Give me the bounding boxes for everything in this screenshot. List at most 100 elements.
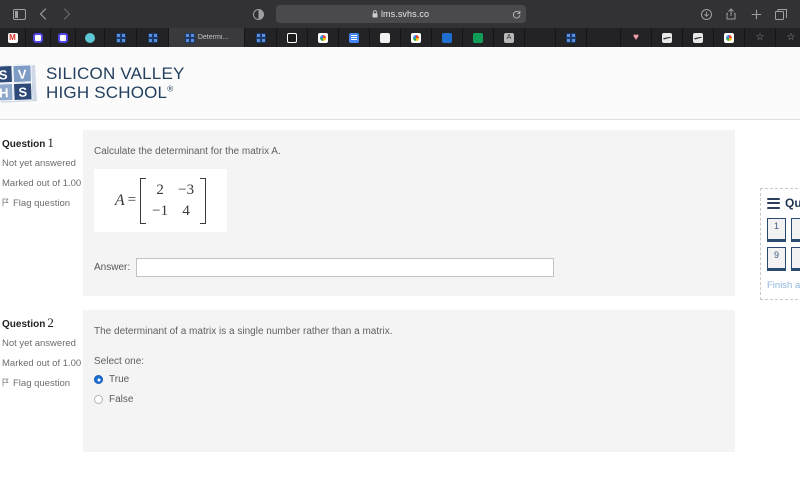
flag-question-button[interactable]: Flag question <box>2 197 83 213</box>
answer-option-true[interactable]: True <box>94 374 719 385</box>
forward-arrow-icon[interactable] <box>56 4 78 24</box>
toolbar-actions <box>695 4 792 24</box>
teal-circle-icon <box>85 32 95 43</box>
blue-ring-icon <box>33 32 43 43</box>
heart-icon <box>631 33 641 43</box>
question-number: 1 <box>47 135 54 150</box>
browser-tab[interactable] <box>401 28 432 47</box>
blue-grid-icon <box>184 32 195 43</box>
question-nav-button[interactable]: 1 <box>767 218 786 242</box>
svhs-logo-icon: S V H S <box>0 62 37 104</box>
browser-tab[interactable] <box>556 28 587 47</box>
browser-tab[interactable] <box>683 28 714 47</box>
flag-question-label: Flag question <box>13 377 71 389</box>
quiz-navigation-header: Qu <box>767 196 800 210</box>
browser-tab[interactable] <box>51 28 76 47</box>
tab-overview-icon[interactable] <box>770 4 792 24</box>
share-icon[interactable] <box>720 4 742 24</box>
answer-input[interactable] <box>136 258 555 277</box>
blue-grid-icon <box>115 32 126 43</box>
question-nav-button[interactable] <box>791 247 800 271</box>
browser-tab[interactable] <box>652 28 683 47</box>
blue-grid-icon <box>566 32 576 43</box>
downloads-icon[interactable] <box>695 4 717 24</box>
blue-ring-icon <box>58 32 68 43</box>
url-text: lms.svhs.co <box>380 9 430 19</box>
finish-attempt-link[interactable]: Finish a <box>767 280 800 291</box>
flag-icon <box>2 378 9 393</box>
browser-tab[interactable] <box>137 28 169 47</box>
browser-tab[interactable] <box>776 28 800 47</box>
flag-question-button[interactable]: Flag question <box>2 377 83 393</box>
browser-tab[interactable] <box>463 28 494 47</box>
answer-option-false[interactable]: False <box>94 394 719 405</box>
hamburger-icon[interactable] <box>767 197 780 209</box>
browser-tab[interactable] <box>105 28 137 47</box>
browser-tab[interactable] <box>26 28 51 47</box>
address-bar[interactable]: lms.svhs.co <box>275 5 526 23</box>
browser-toolbar: lms.svhs.co <box>0 0 800 28</box>
flag-question-label: Flag question <box>13 197 71 209</box>
back-arrow-icon[interactable] <box>32 4 54 24</box>
radio-button-false[interactable] <box>94 395 103 404</box>
question-nav-button[interactable]: 9 <box>767 247 786 271</box>
plus-icon[interactable] <box>745 4 767 24</box>
matrix-name: A <box>114 191 125 209</box>
browser-tab[interactable] <box>525 28 556 47</box>
question-block: Question 1 Not yet answered Marked out of… <box>0 130 800 296</box>
browser-tab[interactable] <box>621 28 652 47</box>
question-prompt: Calculate the determinant for the matrix… <box>94 146 281 157</box>
star-icon <box>786 33 796 43</box>
question-block: Question 2 Not yet answered Marked out of… <box>0 310 800 452</box>
chrome-icon <box>411 32 421 43</box>
nike-icon <box>693 32 703 43</box>
browser-tab[interactable] <box>587 28 621 47</box>
letter-a-icon <box>504 32 514 43</box>
chrome-icon <box>724 32 734 43</box>
logo-cell: V <box>12 64 32 83</box>
answer-row: Answer: <box>94 258 719 277</box>
question-heading: Question 2 <box>2 313 83 333</box>
browser-tab[interactable] <box>245 28 277 47</box>
question-info: Question 2 Not yet answered Marked out of… <box>0 310 83 392</box>
registered-mark: ® <box>167 84 174 94</box>
browser-tab[interactable] <box>277 28 308 47</box>
reader-view-icon[interactable] <box>248 4 270 24</box>
answer-option-label: False <box>109 394 134 405</box>
browser-tab[interactable] <box>308 28 339 47</box>
browser-tab[interactable] <box>370 28 401 47</box>
blue-grid-icon <box>255 32 266 43</box>
site-logo[interactable]: S V H S SILICON VALLEY HIGH SCHOOL® <box>0 62 185 104</box>
radio-button-true[interactable] <box>94 375 103 384</box>
browser-tab[interactable] <box>0 28 26 47</box>
google-docs-icon <box>349 32 359 43</box>
reload-icon[interactable] <box>512 10 521 19</box>
quiz-navigation-title: Qu <box>785 196 800 210</box>
logo-line-2-wrap: HIGH SCHOOL® <box>46 83 185 102</box>
browser-tab[interactable] <box>339 28 370 47</box>
browser-tab[interactable] <box>494 28 525 47</box>
question-content: Calculate the determinant for the matrix… <box>83 130 735 296</box>
sidebar-toggle-icon[interactable] <box>8 4 30 24</box>
matrix-equation: A = 2 −3 −1 4 <box>114 177 207 224</box>
logo-line-2: HIGH SCHOOL <box>46 83 168 102</box>
question-prompt: The determinant of a matrix is a single … <box>94 326 393 337</box>
browser-tab[interactable] <box>745 28 776 47</box>
matrix-bracket-right <box>200 177 207 224</box>
green-globe-icon <box>473 32 483 43</box>
select-one-label: Select one: <box>94 356 145 367</box>
question-label: Question <box>2 139 46 150</box>
answer-label: Answer: <box>94 262 131 273</box>
answer-option-label: True <box>109 374 130 385</box>
browser-tab[interactable] <box>76 28 105 47</box>
browser-tab-active[interactable]: Determi... <box>169 28 245 47</box>
nike-icon <box>662 32 672 43</box>
tab-strip: Determi... <box>0 28 800 47</box>
question-nav-button[interactable] <box>791 218 800 242</box>
question-label: Question <box>2 319 46 330</box>
question-status: Not yet answered <box>2 338 76 350</box>
browser-tab[interactable] <box>714 28 745 47</box>
site-logo-text: SILICON VALLEY HIGH SCHOOL® <box>46 64 185 102</box>
browser-tab[interactable] <box>432 28 463 47</box>
matrix-grid: 2 −3 −1 4 <box>146 178 200 224</box>
